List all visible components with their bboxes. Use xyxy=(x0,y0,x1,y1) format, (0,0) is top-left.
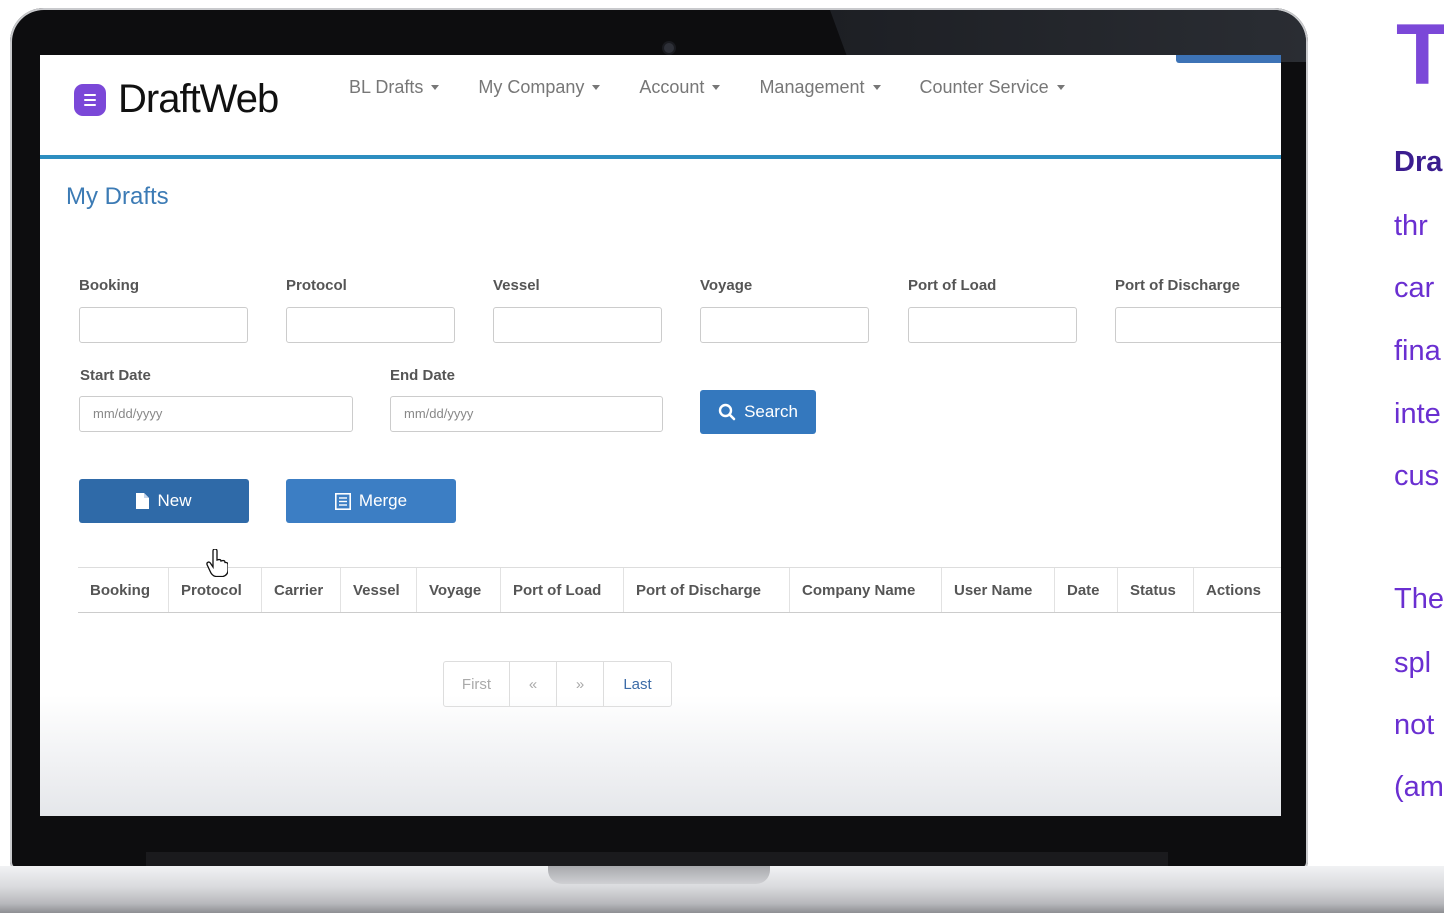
nav-label: Management xyxy=(759,77,865,97)
drafts-table-header: Booking Protocol Carrier Vessel Voyage P… xyxy=(78,567,1281,613)
column-header-user-name[interactable]: User Name xyxy=(942,568,1055,612)
voyage-input[interactable] xyxy=(700,307,869,343)
booking-input[interactable] xyxy=(79,307,248,343)
nav-label: BL Drafts xyxy=(349,77,424,97)
page-title: My Drafts xyxy=(66,183,169,210)
caret-down-icon xyxy=(1056,85,1065,90)
port-of-discharge-label: Port of Discharge xyxy=(1115,277,1241,294)
new-label: New xyxy=(157,491,192,510)
nav-label: My Company xyxy=(478,77,585,97)
merge-label: Merge xyxy=(358,491,408,510)
laptop-hinge xyxy=(146,852,1168,866)
caret-down-icon xyxy=(872,85,881,90)
side-text-line: fina xyxy=(1394,335,1441,367)
column-header-company-name[interactable]: Company Name xyxy=(790,568,942,612)
nav-my-company[interactable]: My Company xyxy=(478,77,601,98)
side-text-line: not xyxy=(1394,709,1435,741)
nav-label: Counter Service xyxy=(919,77,1049,97)
draftweb-logo[interactable]: DraftWeb xyxy=(74,77,279,122)
end-date-label: End Date xyxy=(390,367,456,384)
protocol-label: Protocol xyxy=(286,277,347,294)
port-of-load-input[interactable] xyxy=(908,307,1077,343)
column-header-port-of-load[interactable]: Port of Load xyxy=(501,568,624,612)
laptop-notch xyxy=(548,866,770,884)
side-text-line: cus xyxy=(1394,460,1440,492)
side-heading: T xyxy=(1396,7,1444,103)
logo-icon xyxy=(74,83,106,116)
side-text-line: Dra xyxy=(1394,146,1443,178)
start-date-input[interactable]: mm/dd/yyyy xyxy=(79,396,353,432)
search-button[interactable]: Search xyxy=(700,390,816,434)
end-date-input[interactable]: mm/dd/yyyy xyxy=(390,396,663,432)
nav-account[interactable]: Account xyxy=(639,77,721,98)
column-header-carrier[interactable]: Carrier xyxy=(262,568,341,612)
caret-down-icon xyxy=(431,85,440,90)
side-text-line: The xyxy=(1394,583,1444,615)
nav-management[interactable]: Management xyxy=(759,77,881,98)
port-of-discharge-input[interactable] xyxy=(1115,307,1281,343)
booking-label: Booking xyxy=(79,277,139,294)
search-label: Search xyxy=(744,402,798,421)
column-header-port-of-discharge[interactable]: Port of Discharge xyxy=(624,568,790,612)
nav-bl-drafts[interactable]: BL Drafts xyxy=(349,77,440,98)
screen-fade xyxy=(40,695,1281,816)
start-date-label: Start Date xyxy=(80,367,151,384)
protocol-input[interactable] xyxy=(286,307,455,343)
column-header-booking[interactable]: Booking xyxy=(78,568,169,612)
side-text-line: (am xyxy=(1394,771,1444,803)
column-header-actions[interactable]: Actions xyxy=(1194,568,1281,612)
side-text-line: thr xyxy=(1394,210,1428,242)
hand-cursor-icon xyxy=(206,548,229,582)
vessel-input[interactable] xyxy=(493,307,662,343)
side-text-line: spl xyxy=(1394,647,1432,679)
app-screen: DraftWeb BL Drafts My Company Account Ma… xyxy=(40,55,1281,816)
voyage-label: Voyage xyxy=(700,277,753,294)
navbar: DraftWeb BL Drafts My Company Account Ma… xyxy=(40,55,1281,159)
nav-label: Account xyxy=(639,77,705,97)
port-of-load-label: Port of Load xyxy=(908,277,997,294)
search-icon xyxy=(718,403,736,421)
caret-down-icon xyxy=(592,85,601,90)
merge-button[interactable]: Merge xyxy=(286,479,456,523)
column-header-date[interactable]: Date xyxy=(1055,568,1118,612)
caret-down-icon xyxy=(712,85,721,90)
nav-counter-service[interactable]: Counter Service xyxy=(920,77,1065,98)
vessel-label: Vessel xyxy=(493,277,540,294)
side-text-line: inte xyxy=(1394,398,1441,430)
side-text-line: car xyxy=(1394,272,1435,304)
book-icon xyxy=(334,492,351,510)
webcam xyxy=(664,43,674,53)
column-header-vessel[interactable]: Vessel xyxy=(341,568,417,612)
main-nav: BL Drafts My Company Account Management … xyxy=(349,77,1104,98)
column-header-voyage[interactable]: Voyage xyxy=(417,568,501,612)
file-icon xyxy=(136,493,150,509)
logo-text: DraftWeb xyxy=(118,77,279,121)
column-header-status[interactable]: Status xyxy=(1118,568,1194,612)
new-button[interactable]: New xyxy=(79,479,249,523)
top-right-button[interactable] xyxy=(1176,55,1281,63)
